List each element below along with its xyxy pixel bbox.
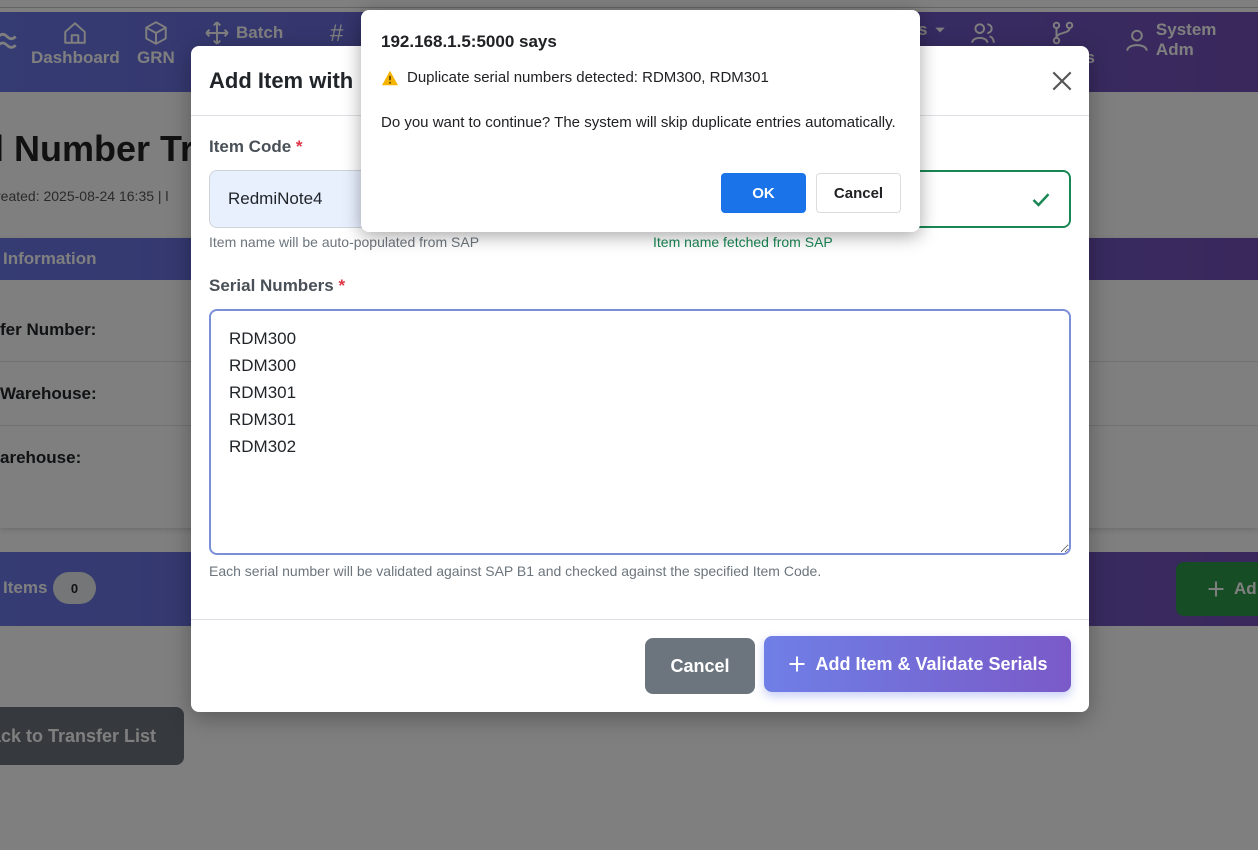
check-icon xyxy=(1032,193,1050,207)
warning-icon xyxy=(382,70,398,85)
item-name-help: Item name fetched from SAP xyxy=(653,234,833,250)
dialog-ok-button[interactable]: OK xyxy=(721,173,806,213)
dialog-warning-text: Duplicate serial numbers detected: RDM30… xyxy=(407,69,769,86)
item-code-help: Item name will be auto-populated from SA… xyxy=(209,234,480,250)
item-code-label: Item Code * xyxy=(209,137,303,157)
serial-numbers-label-text: Serial Numbers xyxy=(209,276,334,295)
add-item-validate-label: Add Item & Validate Serials xyxy=(815,653,1048,674)
serial-numbers-label: Serial Numbers * xyxy=(209,276,345,296)
dialog-message: Do you want to continue? The system will… xyxy=(381,114,896,131)
required-mark: * xyxy=(295,137,303,156)
modal-title: Add Item with xyxy=(209,68,354,93)
item-code-label-text: Item Code xyxy=(209,137,292,156)
serial-numbers-help: Each serial number will be validated aga… xyxy=(209,563,822,579)
dialog-cancel-button[interactable]: Cancel xyxy=(816,173,901,213)
plus-icon xyxy=(789,656,805,672)
add-item-validate-button[interactable]: Add Item & Validate Serials xyxy=(764,636,1071,692)
dialog-warning: Duplicate serial numbers detected: RDM30… xyxy=(381,69,769,86)
browser-confirm-dialog: 192.168.1.5:5000 says Duplicate serial n… xyxy=(361,10,920,232)
serial-numbers-textarea[interactable]: RDM300 RDM300 RDM301 RDM301 RDM302 xyxy=(209,309,1071,555)
dialog-title: 192.168.1.5:5000 says xyxy=(381,32,557,51)
close-icon[interactable] xyxy=(1049,68,1075,94)
modal-cancel-button[interactable]: Cancel xyxy=(645,638,755,694)
required-mark: * xyxy=(338,276,346,295)
